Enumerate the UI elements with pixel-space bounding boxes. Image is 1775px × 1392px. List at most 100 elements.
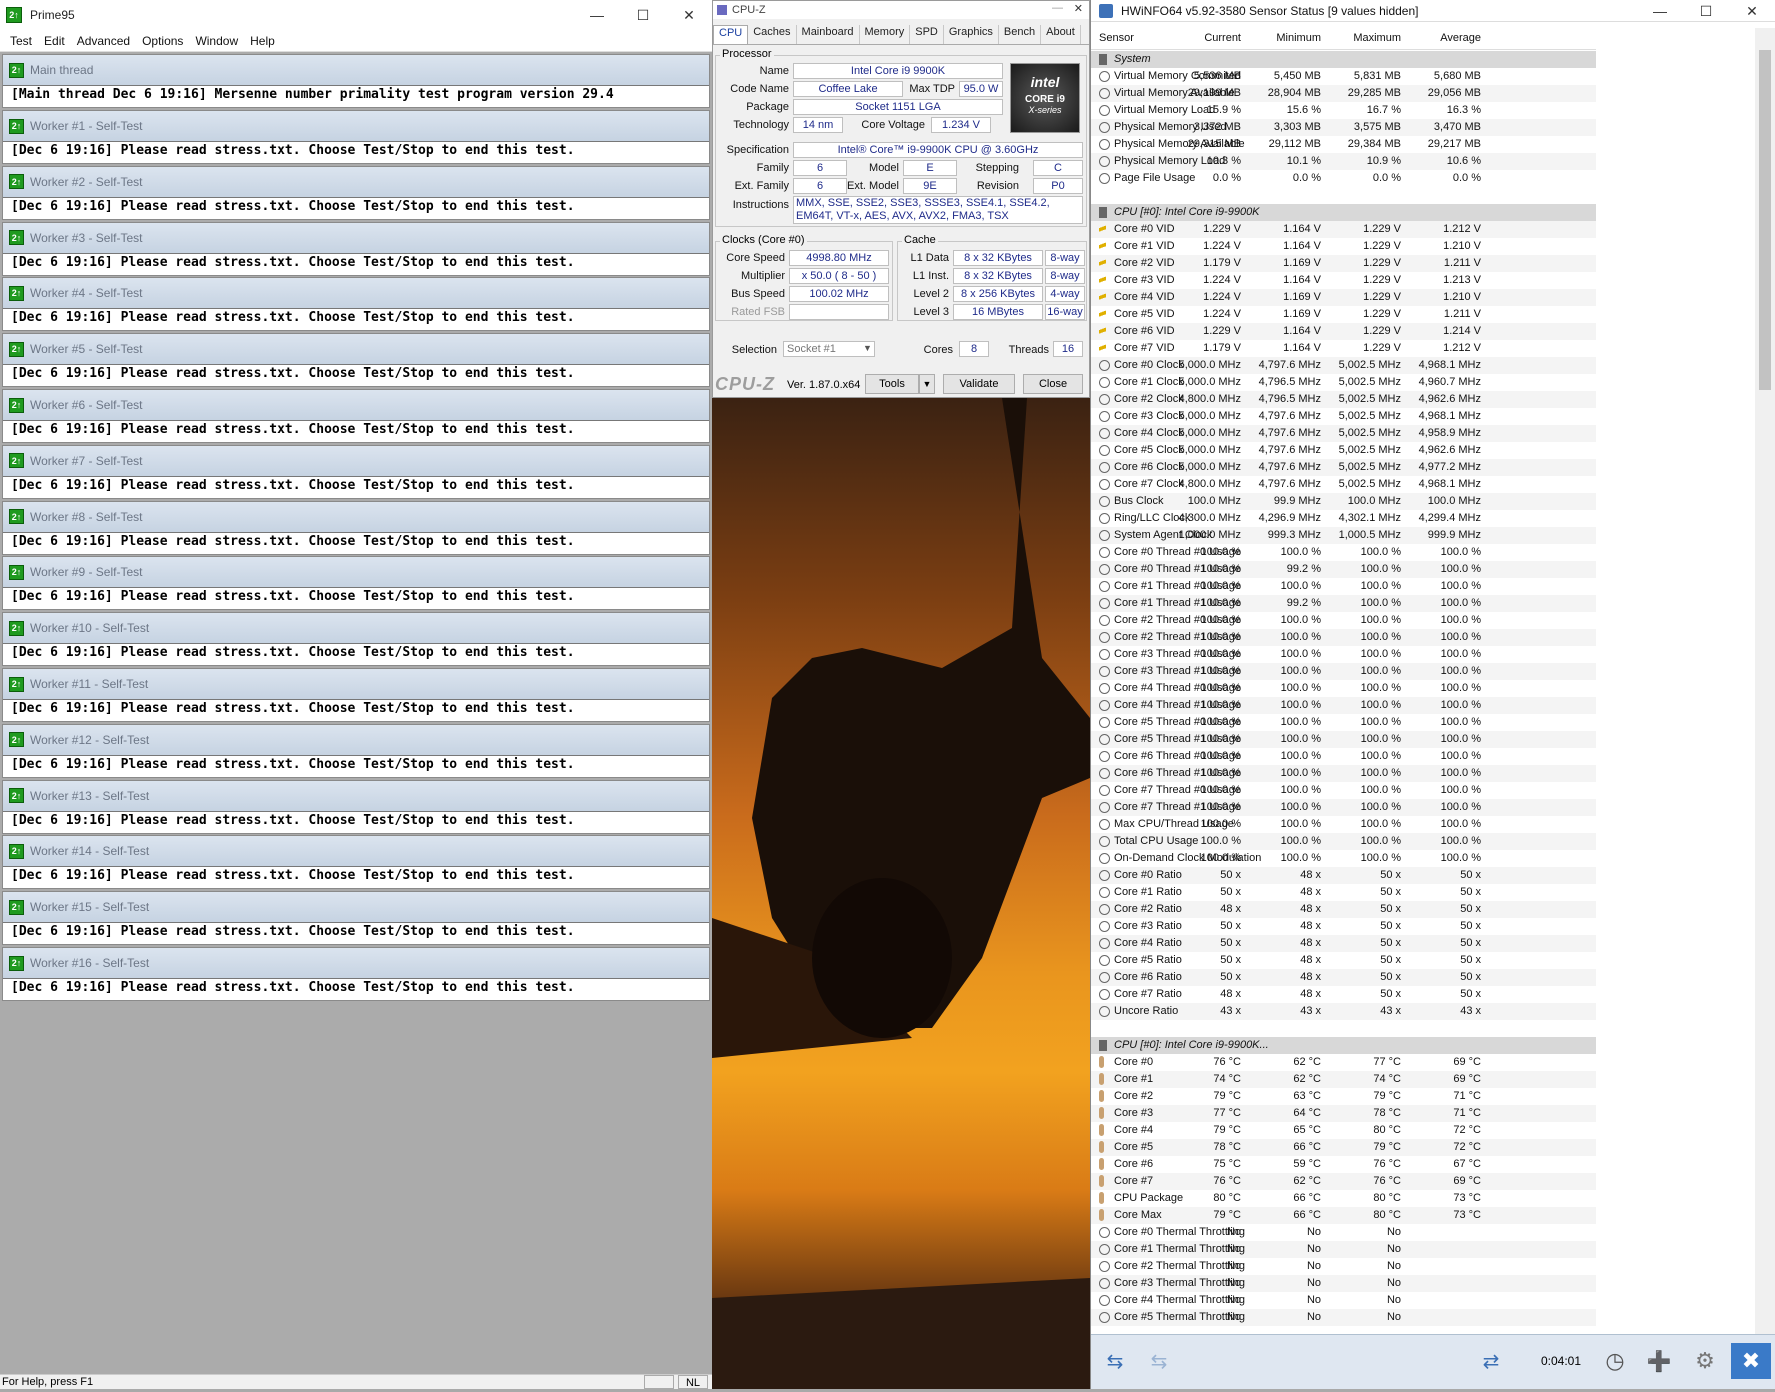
minimize-icon[interactable]: — [1052,2,1063,14]
sensor-row[interactable]: Core #3 VID 1.224 V 1.164 V 1.229 V 1.213 V [1091,272,1596,289]
sensor-row[interactable]: System Agent Clock 1,000.0 MHz 999.3 MHz 1,… [1091,527,1596,544]
add-report-icon[interactable]: ➕ [1641,1343,1677,1379]
nav-arrows-right-icon[interactable]: ⇆ [1141,1343,1177,1379]
sensor-row[interactable]: Core #0 Thread #0 Usage 100.0 % 100.0 % 100… [1091,544,1596,561]
sensor-row[interactable]: Core #3 Clock 5,000.0 MHz 4,797.6 MHz 5,002… [1091,408,1596,425]
sensor-row[interactable]: Core #4 VID 1.224 V 1.169 V 1.229 V 1.210 V [1091,289,1596,306]
hwinfo-titlebar[interactable]: HWiNFO64 v5.92-3580 Sensor Status [9 val… [1091,0,1775,22]
sensor-row[interactable]: Core #6 Thread #1 Usage 100.0 % 100.0 % 100… [1091,765,1596,782]
sensor-row[interactable]: Core #3 Ratio 50 x 48 x 50 x 50 x [1091,918,1596,935]
sensor-row[interactable]: On-Demand Clock Modulation 100.0 % 100.0 %… [1091,850,1596,867]
sensor-row[interactable]: Core #6 Thread #0 Usage 100.0 % 100.0 % 100… [1091,748,1596,765]
sensor-row[interactable]: Page File Usage 0.0 % 0.0 % 0.0 % 0.0 % [1091,170,1596,187]
sensor-row[interactable]: Physical Memory Used 3,372 MB 3,303 MB 3,57… [1091,119,1596,136]
sensor-row[interactable]: CPU Package 80 °C 66 °C 80 °C 73 °C [1091,1190,1596,1207]
nav-arrows-icon[interactable]: ⇆ [1097,1343,1133,1379]
sensor-row[interactable]: Core #2 Thread #1 Usage 100.0 % 100.0 % 100… [1091,629,1596,646]
sensor-row[interactable]: Core #7 76 °C 62 °C 76 °C 69 °C [1091,1173,1596,1190]
sensor-row[interactable]: Core #4 Clock 5,000.0 MHz 4,797.6 MHz 5,002… [1091,425,1596,442]
sensor-row[interactable]: Core #1 Thread #0 Usage 100.0 % 100.0 % 100… [1091,578,1596,595]
sensor-row[interactable]: Core #2 79 °C 63 °C 79 °C 71 °C [1091,1088,1596,1105]
sensor-row[interactable]: Core #1 Thread #1 Usage 100.0 % 99.2 % 100.… [1091,595,1596,612]
sensor-row[interactable]: Core #1 Thermal Throttling No No No [1091,1241,1596,1258]
minimize-icon[interactable]: — [574,0,620,30]
sensor-row[interactable]: Core #1 74 °C 62 °C 74 °C 69 °C [1091,1071,1596,1088]
validate-button[interactable]: Validate [943,374,1015,394]
sensor-row[interactable]: Core #2 Thermal Throttling No No No [1091,1258,1596,1275]
selection-dropdown[interactable]: Socket #1 [783,341,875,357]
worker-window[interactable]: 2↑ Worker #5 - Self-Test [Dec 6 19:16] Ple… [2,333,710,388]
menu-test[interactable]: Test [10,34,32,48]
worker-window[interactable]: 2↑ Worker #2 - Self-Test [Dec 6 19:16] Ple… [2,165,710,220]
sensor-row[interactable]: Core #7 Clock 4,800.0 MHz 4,797.6 MHz 5,002… [1091,476,1596,493]
sensor-row[interactable]: Core #0 Clock 5,000.0 MHz 4,797.6 MHz 5,002… [1091,357,1596,374]
worker-window[interactable]: 2↑ Worker #12 - Self-Test [Dec 6 19:16] Pl… [2,723,710,778]
sensor-row[interactable]: Core #3 Thermal Throttling No No No [1091,1275,1596,1292]
sensor-row[interactable]: Core #2 Thread #0 Usage 100.0 % 100.0 % 100… [1091,612,1596,629]
worker-window[interactable]: 2↑ Worker #7 - Self-Test [Dec 6 19:16] Ple… [2,444,710,499]
sensor-row[interactable]: Core #4 Thermal Throttling No No No [1091,1292,1596,1309]
col-average[interactable]: Average [1440,32,1481,44]
chevron-down-icon[interactable]: ▼ [863,343,872,353]
sensor-row[interactable]: Core #7 Ratio 48 x 48 x 50 x 50 x [1091,986,1596,1003]
sensor-row[interactable]: Core #2 Ratio 48 x 48 x 50 x 50 x [1091,901,1596,918]
sensor-row[interactable]: Core #6 VID 1.229 V 1.164 V 1.229 V 1.214 V [1091,323,1596,340]
sensor-row[interactable]: Core #3 77 °C 64 °C 78 °C 71 °C [1091,1105,1596,1122]
sensor-row[interactable]: Core #3 Thread #0 Usage 100.0 % 100.0 % 100… [1091,646,1596,663]
worker-window[interactable]: 2↑ Worker #15 - Self-Test [Dec 6 19:16] Pl… [2,891,710,946]
sensor-row[interactable]: Physical Memory Load 10.3 % 10.1 % 10.9 % 10… [1091,153,1596,170]
worker-window[interactable]: 2↑ Worker #10 - Self-Test [Dec 6 19:16] Pl… [2,612,710,667]
sensor-row[interactable]: Core #7 VID 1.179 V 1.164 V 1.229 V 1.212 V [1091,340,1596,357]
maximize-icon[interactable]: ☐ [620,0,666,30]
worker-window[interactable]: 2↑ Worker #14 - Self-Test [Dec 6 19:16] Pl… [2,835,710,890]
sensor-row[interactable]: Core #6 Clock 5,000.0 MHz 4,797.6 MHz 5,002… [1091,459,1596,476]
close-icon[interactable]: ✕ [1729,0,1775,22]
worker-window[interactable]: 2↑ Worker #4 - Self-Test [Dec 6 19:16] Ple… [2,277,710,332]
cpuz-titlebar[interactable]: CPU-Z — ✕ [713,1,1089,19]
sensor-row[interactable]: Core #7 Thread #1 Usage 100.0 % 100.0 % 100… [1091,799,1596,816]
tab-graphics[interactable]: Graphics [944,25,999,44]
close-icon[interactable]: ✖ [1731,1343,1771,1379]
sensor-group-header[interactable]: CPU [#0]: Intel Core i9-9900K... [1091,1037,1596,1054]
sensor-row[interactable]: Core #0 VID 1.229 V 1.164 V 1.229 V 1.212 V [1091,221,1596,238]
sensor-row[interactable]: Core #5 Thermal Throttling No No No [1091,1309,1596,1326]
close-button[interactable]: Close [1023,374,1083,394]
sensor-row[interactable]: Core #5 VID 1.224 V 1.169 V 1.229 V 1.211 V [1091,306,1596,323]
prime95-titlebar[interactable]: 2↑ Prime95 — ☐ ✕ [0,0,712,30]
menu-help[interactable]: Help [250,34,275,48]
sensor-row[interactable]: Virtual Memory Available 29,199 MB 28,904 … [1091,85,1596,102]
sensor-row[interactable]: Core #6 75 °C 59 °C 76 °C 67 °C [1091,1156,1596,1173]
sensor-row[interactable]: Core #4 Thread #0 Usage 100.0 % 100.0 % 100… [1091,680,1596,697]
sensor-row[interactable]: Core #4 Thread #1 Usage 100.0 % 100.0 % 100… [1091,697,1596,714]
worker-window[interactable]: 2↑ Worker #8 - Self-Test [Dec 6 19:16] Ple… [2,500,710,555]
tab-about[interactable]: About [1041,25,1081,44]
sensor-row[interactable]: Core #2 VID 1.179 V 1.169 V 1.229 V 1.211 V [1091,255,1596,272]
sensor-group-header[interactable]: CPU [#0]: Intel Core i9-9900K [1091,204,1596,221]
sensor-row[interactable]: Core #5 Clock 5,000.0 MHz 4,797.6 MHz 5,002… [1091,442,1596,459]
col-minimum[interactable]: Minimum [1276,32,1321,44]
col-sensor[interactable]: Sensor [1099,32,1134,44]
sensor-row[interactable]: Core #5 Ratio 50 x 48 x 50 x 50 x [1091,952,1596,969]
menu-advanced[interactable]: Advanced [77,34,130,48]
sensor-row[interactable]: Core #1 Ratio 50 x 48 x 50 x 50 x [1091,884,1596,901]
sensor-row[interactable]: Core #1 Clock 5,000.0 MHz 4,796.5 MHz 5,002… [1091,374,1596,391]
sensor-row[interactable]: Ring/LLC Clock 4,300.0 MHz 4,296.9 MHz 4,30… [1091,510,1596,527]
tools-dropdown-icon[interactable]: ▼ [919,374,935,394]
col-current[interactable]: Current [1204,32,1241,44]
sensor-row[interactable]: Core Max 79 °C 66 °C 80 °C 73 °C [1091,1207,1596,1224]
maximize-icon[interactable]: ☐ [1683,0,1729,22]
close-icon[interactable]: ✕ [666,0,712,30]
sensor-row[interactable]: Core #0 Thread #1 Usage 100.0 % 99.2 % 100.… [1091,561,1596,578]
sensor-row[interactable]: Core #7 Thread #0 Usage 100.0 % 100.0 % 100… [1091,782,1596,799]
tab-caches[interactable]: Caches [748,25,797,44]
worker-window[interactable]: 2↑ Worker #6 - Self-Test [Dec 6 19:16] Ple… [2,389,710,443]
main-thread-window[interactable]: 2↑ Main thread [Main thread Dec 6 19:16] … [2,54,710,108]
sensor-row[interactable]: Virtual Memory Commited 5,536 MB 5,450 MB 5… [1091,68,1596,85]
sensor-row[interactable]: Uncore Ratio 43 x 43 x 43 x 43 x [1091,1003,1596,1020]
sensor-row[interactable]: Max CPU/Thread Usage 100.0 % 100.0 % 100.0 … [1091,816,1596,833]
worker-window[interactable]: 2↑ Worker #16 - Self-Test [Dec 6 19:16] Pl… [2,947,710,1001]
vertical-scrollbar[interactable] [1755,28,1775,1334]
col-maximum[interactable]: Maximum [1353,32,1401,44]
clock-icon[interactable]: ◷ [1597,1343,1633,1379]
sensor-row[interactable]: Physical Memory Available 29,315 MB 29,112… [1091,136,1596,153]
